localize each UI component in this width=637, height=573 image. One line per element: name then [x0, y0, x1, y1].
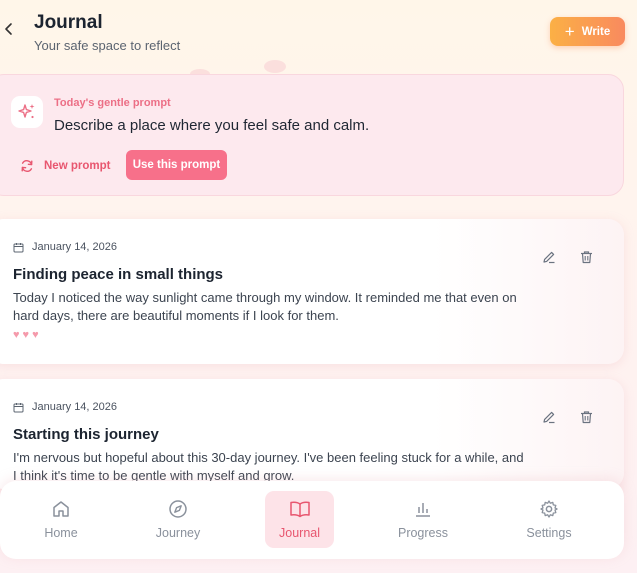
prompt-card: Today's gentle prompt Describe a place w…	[0, 74, 624, 196]
entry-title: Finding peace in small things	[13, 266, 224, 283]
nav-item-journey[interactable]: Journey	[146, 491, 210, 548]
heart-icon: ♥	[32, 329, 39, 341]
nav-label: Settings	[526, 526, 572, 540]
entry-body: Today I noticed the way sunlight came th…	[13, 290, 517, 323]
entry-date-text: January 14, 2026	[32, 401, 118, 413]
entry-title: Starting this journey	[13, 426, 159, 443]
mood-hearts: ♥ ♥ ♥	[13, 330, 39, 341]
nav-item-home[interactable]: Home	[30, 491, 92, 548]
nav-label: Journey	[155, 526, 201, 540]
bar-chart-icon	[416, 503, 430, 517]
refresh-icon	[21, 160, 33, 172]
book-icon	[289, 501, 310, 518]
new-prompt-button[interactable]: New prompt	[20, 157, 110, 175]
nav-item-journal[interactable]: Journal	[265, 491, 334, 548]
entry-date-text: January 14, 2026	[32, 241, 118, 253]
prompt-text: Describe a place where you feel safe and…	[54, 117, 370, 134]
nav-item-progress[interactable]: Progress	[390, 491, 456, 548]
page-title: Journal	[34, 12, 103, 33]
entry-body: I'm nervous but hopeful about this 30-da…	[13, 450, 524, 483]
trash-icon[interactable]	[575, 246, 597, 268]
new-prompt-label: New prompt	[44, 160, 111, 172]
trash-icon[interactable]	[575, 406, 597, 428]
header: Journal Your safe space to reflect + Wri…	[0, 0, 637, 70]
calendar-icon	[13, 242, 24, 252]
nav-label: Home	[44, 526, 78, 540]
entry-date: January 14, 2026	[13, 241, 117, 253]
chevron-left-icon[interactable]	[2, 22, 16, 42]
write-button-label: Write	[581, 25, 611, 38]
journal-entry-card[interactable]: January 14, 2026 Finding peace in small …	[0, 219, 624, 364]
edit-icon[interactable]	[538, 246, 560, 268]
journal-entry-card[interactable]: January 14, 2026 Starting this journey I…	[0, 379, 624, 489]
heart-icon: ♥	[22, 329, 30, 341]
nav-label: Journal	[279, 526, 320, 540]
page-subtitle: Your safe space to reflect	[34, 38, 181, 53]
nav-item-settings[interactable]: Settings	[516, 491, 582, 548]
bottom-nav: Home Journey Journal Progress Settings	[0, 481, 624, 559]
edit-icon[interactable]	[538, 406, 560, 428]
write-button[interactable]: + Write	[550, 17, 625, 46]
heart-icon: ♥	[13, 329, 20, 341]
plus-icon: +	[564, 22, 575, 41]
calendar-icon	[13, 402, 24, 412]
nav-label: Progress	[397, 526, 449, 540]
prompt-label: Today's gentle prompt	[54, 97, 171, 109]
entry-date: January 14, 2026	[13, 401, 117, 413]
home-icon	[53, 501, 69, 517]
sparkle-icon	[11, 96, 43, 128]
compass-icon	[169, 500, 187, 518]
use-prompt-button[interactable]: Use this prompt	[126, 150, 227, 180]
gear-icon	[540, 500, 558, 518]
